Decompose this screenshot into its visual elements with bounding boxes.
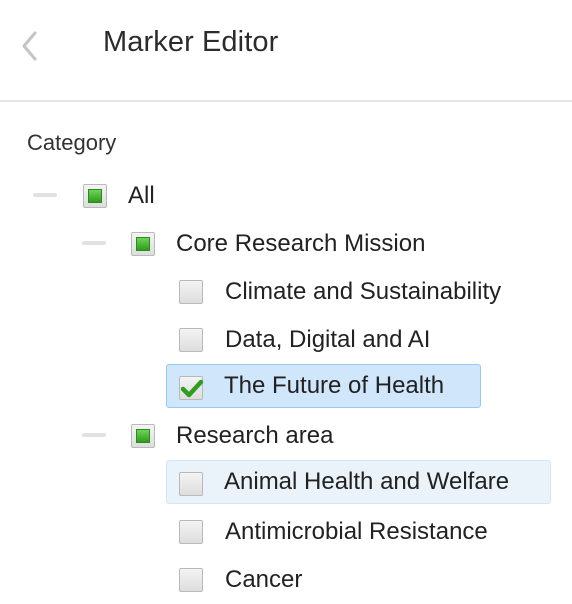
partial-check-indicator [136,237,150,251]
checkbox-all[interactable] [83,184,107,208]
tree-item-cancer-label[interactable]: Cancer [225,566,302,594]
collapse-all-button[interactable] [33,193,57,197]
checkmark-icon [180,379,204,398]
tree-item-future-of-health-label: The Future of Health [224,372,445,399]
tree-item-climate-label[interactable]: Climate and Sustainability [225,278,501,306]
tree-item-future-of-health[interactable]: The Future of Health [166,364,481,408]
checkbox-cancer[interactable] [179,568,203,592]
back-button[interactable] [12,26,48,66]
chevron-left-icon [22,31,37,61]
tree-item-animal-health[interactable]: Animal Health and Welfare [166,460,551,504]
tree-item-antimicrobial-label[interactable]: Antimicrobial Resistance [225,518,488,546]
checkbox-climate[interactable] [179,280,203,304]
tree-item-data-digital-ai-label[interactable]: Data, Digital and AI [225,326,430,354]
checkbox-animal-health[interactable] [179,472,203,496]
checkbox-future-of-health[interactable] [179,376,204,400]
checkbox-antimicrobial[interactable] [179,520,203,544]
checkbox-research-area[interactable] [131,424,155,448]
collapse-research-area-button[interactable] [82,433,106,437]
partial-check-indicator [136,429,150,443]
header-bar: Marker Editor [0,0,572,102]
tree-item-research-area-label[interactable]: Research area [176,422,333,450]
page-title: Marker Editor [103,26,279,58]
marker-editor-page: Marker Editor Category All Core Research… [0,0,572,604]
partial-check-indicator [88,189,102,203]
tree-item-core-mission-label[interactable]: Core Research Mission [176,230,425,258]
collapse-core-mission-button[interactable] [82,241,106,245]
category-label: Category [27,130,117,155]
tree-item-animal-health-label: Animal Health and Welfare [224,468,510,495]
checkbox-core-mission[interactable] [131,232,155,256]
checkbox-data-digital-ai[interactable] [179,328,203,352]
tree-item-all-label[interactable]: All [128,182,155,210]
